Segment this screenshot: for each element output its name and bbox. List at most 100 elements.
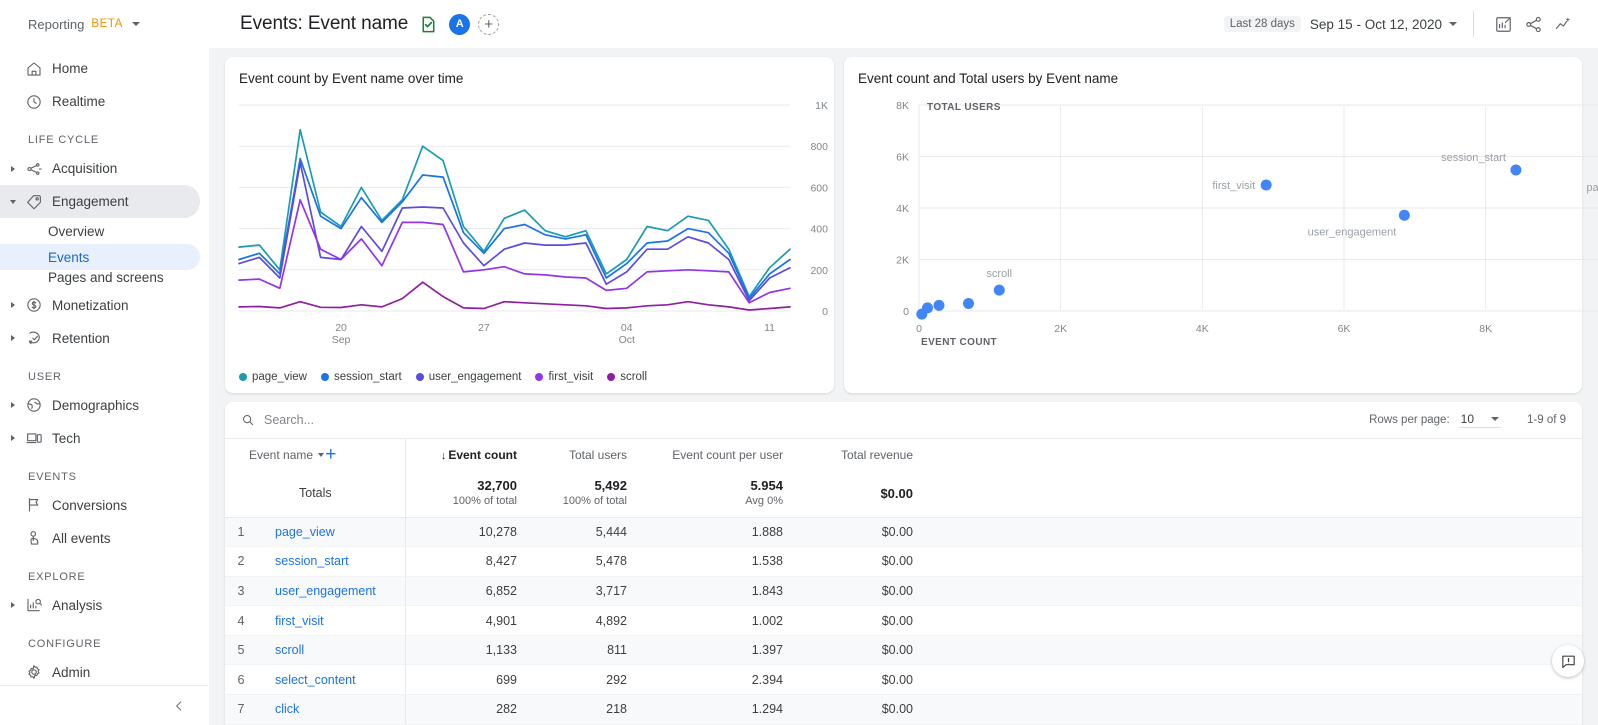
table-row[interactable]: 7 click 282 218 1.294 $0.00 <box>225 694 1582 725</box>
row-total-users: 811 <box>531 635 641 666</box>
row-event-count: 8,427 <box>404 546 531 577</box>
chevron-left-icon[interactable] <box>168 695 190 717</box>
search-box[interactable] <box>241 413 524 427</box>
row-total-users: 5,444 <box>531 517 641 548</box>
table-row[interactable]: 2 session_start 8,427 5,478 1.538 $0.00 <box>225 546 1582 577</box>
sidebar-item-pages-and-screens[interactable]: Pages and screens <box>0 270 200 289</box>
column-label: Event name <box>249 447 314 462</box>
date-range-selector[interactable]: Sep 15 - Oct 12, 2020 <box>1310 17 1442 32</box>
share-icon[interactable] <box>1518 9 1548 39</box>
row-event-count: 4,901 <box>404 605 531 636</box>
column-header-event-count-per-user[interactable]: Event count per user <box>641 439 797 470</box>
row-event-count: 282 <box>404 694 531 725</box>
row-event-count: 6,852 <box>404 576 531 607</box>
flag-icon <box>20 496 48 514</box>
chevron-right-icon[interactable] <box>6 435 20 441</box>
sidebar-item-retention[interactable]: Retention <box>0 322 200 355</box>
row-total-users: 218 <box>531 694 641 725</box>
sidebar-item-analysis[interactable]: Analysis <box>0 589 200 622</box>
chevron-right-icon[interactable] <box>6 302 20 308</box>
sidebar-item-monetization[interactable]: Monetization <box>0 289 200 322</box>
table-row[interactable]: 5 scroll 1,133 811 1.397 $0.00 <box>225 635 1582 666</box>
reporting-switcher[interactable]: Reporting BETA <box>0 0 209 48</box>
column-header-total-revenue[interactable]: Total revenue <box>797 439 927 470</box>
sidebar-item-all-events[interactable]: All events <box>0 522 200 555</box>
row-per-user: 2.394 <box>641 664 797 696</box>
gear-icon <box>20 663 48 681</box>
sidebar-section-user: USER <box>28 370 62 383</box>
legend-item-page-view[interactable]: page_view <box>239 371 307 383</box>
row-rank: 1 <box>225 517 257 548</box>
rows-per-page-select[interactable]: 10 <box>1458 412 1501 428</box>
svg-text:8K: 8K <box>896 100 909 112</box>
event-name-link[interactable]: scroll <box>275 643 304 657</box>
sidebar-item-tech[interactable]: Tech <box>0 422 200 455</box>
column-header-event-count[interactable]: ↓ Event count <box>404 439 531 470</box>
svg-text:400: 400 <box>810 224 828 236</box>
chevron-right-icon[interactable] <box>6 165 20 172</box>
sidebar-item-admin[interactable]: Admin <box>0 656 200 686</box>
table-totals: Totals 32,700 100% of total 5,492 100% o… <box>225 470 1582 518</box>
legend-item-session-start[interactable]: session_start <box>320 371 402 383</box>
legend-item-scroll[interactable]: scroll <box>607 371 647 383</box>
row-spacer <box>927 546 1582 577</box>
table-row[interactable]: 4 first_visit 4,901 4,892 1.002 $0.00 <box>225 605 1582 636</box>
column-header-event-name[interactable]: Event name <box>225 439 325 470</box>
sidebar-item-engagement[interactable]: Engagement <box>0 185 200 218</box>
line-chart-title: Event count by Event name over time <box>239 71 464 86</box>
table-row[interactable]: 6 select_content 699 292 2.394 $0.00 <box>225 664 1582 696</box>
sidebar-item-label: All events <box>52 530 111 546</box>
home-icon <box>20 60 48 78</box>
add-user-icon[interactable]: + <box>478 13 500 35</box>
row-spacer <box>927 605 1582 636</box>
top-bar: Reporting BETA Events: Event name A + La… <box>0 0 1598 48</box>
legend-color-swatch <box>535 373 544 381</box>
sidebar-item-events[interactable]: Events <box>0 244 200 270</box>
row-event-name[interactable]: click <box>257 694 405 725</box>
sidebar-item-acquisition[interactable]: Acquisition <box>0 152 200 185</box>
avatar[interactable]: A <box>449 13 471 35</box>
scatter-chart[interactable]: 02K4K6K8K02K4K6K8K10K12KTOTAL USERSEVENT… <box>844 83 1598 383</box>
sidebar-item-overview[interactable]: Overview <box>0 218 200 244</box>
row-event-name[interactable]: scroll <box>257 635 405 666</box>
row-spacer <box>927 576 1582 607</box>
analysis-icon <box>20 596 48 614</box>
row-total-revenue: $0.00 <box>797 664 927 696</box>
chevron-right-icon[interactable] <box>6 602 20 608</box>
page-title-group: Events: Event name A + <box>240 13 500 35</box>
sidebar-item-demographics[interactable]: Demographics <box>0 389 200 422</box>
chevron-down-icon[interactable] <box>1449 22 1457 26</box>
row-event-name[interactable]: user_engagement <box>257 576 405 607</box>
legend-item-first-visit[interactable]: first_visit <box>535 371 593 383</box>
event-name-link[interactable]: session_start <box>275 554 349 568</box>
legend-item-user-engagement[interactable]: user_engagement <box>415 371 521 383</box>
svg-text:1K: 1K <box>815 100 828 112</box>
column-header-total-users[interactable]: Total users <box>531 439 641 470</box>
edit-report-icon[interactable] <box>1488 9 1518 39</box>
sidebar-item-conversions[interactable]: Conversions <box>0 489 200 522</box>
row-event-name[interactable]: select_content <box>257 664 405 696</box>
event-name-link[interactable]: first_visit <box>275 614 324 628</box>
sidebar-item-home[interactable]: Home <box>0 52 200 85</box>
table-row[interactable]: 3 user_engagement 6,852 3,717 1.843 $0.00 <box>225 576 1582 607</box>
feedback-button[interactable] <box>1552 645 1584 677</box>
event-name-link[interactable]: user_engagement <box>275 584 376 598</box>
event-name-link[interactable]: select_content <box>275 673 356 687</box>
sidebar-item-label: Realtime <box>52 94 106 109</box>
row-event-name[interactable]: page_view <box>257 517 405 548</box>
event-name-link[interactable]: page_view <box>275 525 335 539</box>
event-name-link[interactable]: click <box>275 702 299 716</box>
document-check-icon[interactable] <box>419 15 438 34</box>
line-chart[interactable]: 0 200 400 600 800 1K 20Sep 27 04Oct 11 <box>225 83 834 373</box>
row-per-user: 1.843 <box>641 576 797 607</box>
totals-spacer <box>927 470 1582 518</box>
table-row[interactable]: 1 page_view 10,278 5,444 1.888 $0.00 <box>225 517 1582 548</box>
insights-icon[interactable] <box>1548 9 1578 39</box>
chevron-right-icon[interactable] <box>6 335 20 341</box>
chevron-down-icon[interactable] <box>6 199 20 204</box>
sidebar-item-realtime[interactable]: Realtime <box>0 85 200 118</box>
search-input[interactable] <box>264 413 524 427</box>
row-event-name[interactable]: session_start <box>257 546 405 577</box>
chevron-right-icon[interactable] <box>6 402 20 408</box>
row-event-name[interactable]: first_visit <box>257 605 405 636</box>
